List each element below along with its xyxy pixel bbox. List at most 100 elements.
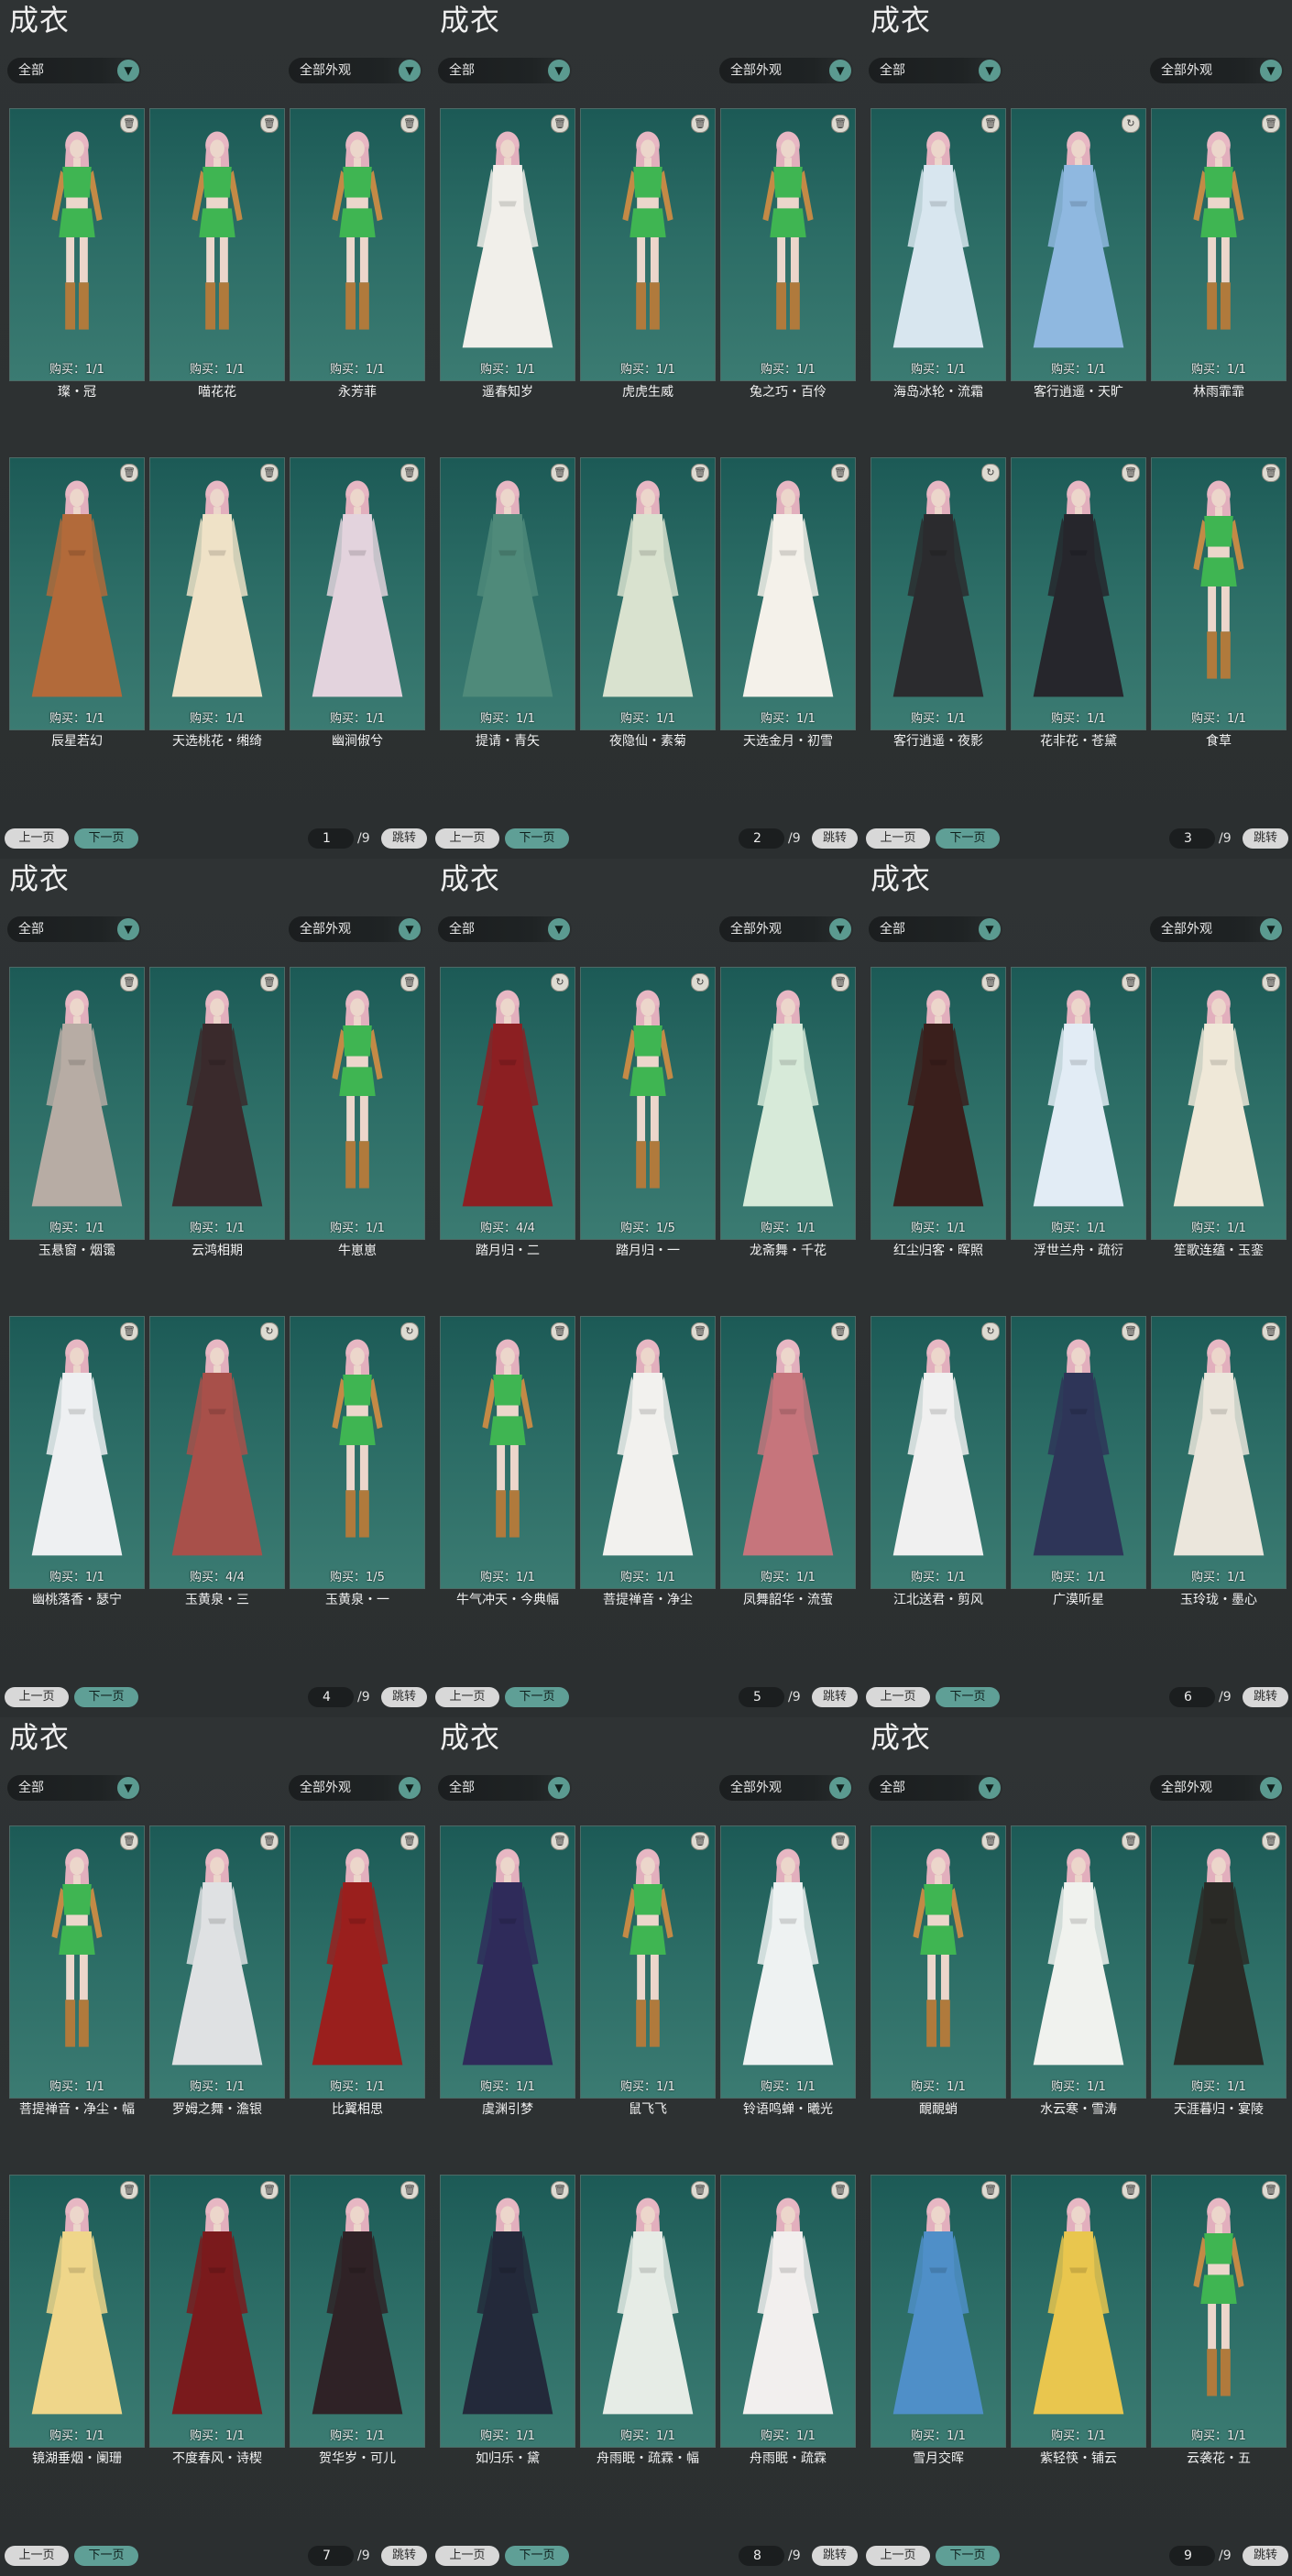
prev-page-button[interactable]: 上一页 [435,1687,499,1707]
category-filter-dropdown[interactable]: 全部 ▼ [7,916,141,942]
outfit-card[interactable]: 🗑 购买：1/1 [720,1316,856,1589]
chevron-down-icon[interactable]: ▼ [1260,918,1282,940]
page-number-input[interactable]: 4 [308,1687,354,1707]
trash-icon[interactable]: 🗑 [981,973,1000,992]
prev-page-button[interactable]: 上一页 [5,828,69,849]
outfit-card[interactable]: ↻ 购买：1/1 [1011,108,1146,381]
jump-button[interactable]: 跳转 [1243,1687,1288,1707]
page-number-input[interactable]: 9 [1169,2546,1215,2566]
trash-icon[interactable]: 🗑 [551,464,569,482]
next-page-button[interactable]: 下一页 [936,1687,1000,1707]
trash-icon[interactable]: 🗑 [981,1832,1000,1850]
trash-icon[interactable]: 🗑 [120,464,138,482]
outfit-card[interactable]: 🗑 购买：1/1 [9,108,145,381]
prev-page-button[interactable]: 上一页 [866,1687,930,1707]
outfit-card[interactable]: 🗑 购买：1/1 [1151,1316,1287,1589]
trash-icon[interactable]: 🗑 [1122,1322,1140,1341]
page-number-input[interactable]: 8 [739,2546,784,2566]
category-filter-dropdown[interactable]: 全部 ▼ [438,58,572,83]
cycle-icon[interactable]: ↻ [981,1322,1000,1341]
page-number-input[interactable]: 2 [739,828,784,849]
outfit-card[interactable]: 🗑 购买：1/1 [9,1825,145,2099]
outfit-card[interactable]: 🗑 购买：1/1 [870,2175,1006,2448]
outfit-card[interactable]: 🗑 购买：1/1 [440,1825,575,2099]
trash-icon[interactable]: 🗑 [831,1322,849,1341]
page-number-input[interactable]: 6 [1169,1687,1215,1707]
category-filter-dropdown[interactable]: 全部 ▼ [7,1775,141,1801]
outfit-card[interactable]: 🗑 购买：1/1 [290,108,425,381]
chevron-down-icon[interactable]: ▼ [548,1777,570,1799]
trash-icon[interactable]: 🗑 [260,973,279,992]
chevron-down-icon[interactable]: ▼ [1260,1777,1282,1799]
trash-icon[interactable]: 🗑 [1262,115,1280,133]
trash-icon[interactable]: 🗑 [400,1832,419,1850]
chevron-down-icon[interactable]: ▼ [548,918,570,940]
outfit-card[interactable]: 🗑 购买：1/1 [580,1316,716,1589]
trash-icon[interactable]: 🗑 [1122,973,1140,992]
trash-icon[interactable]: 🗑 [831,1832,849,1850]
appearance-filter-dropdown[interactable]: 全部外观 ▼ [289,1775,422,1801]
outfit-card[interactable]: 🗑 购买：1/1 [1011,1316,1146,1589]
outfit-card[interactable]: 🗑 购买：1/1 [720,457,856,730]
trash-icon[interactable]: 🗑 [120,2181,138,2199]
trash-icon[interactable]: 🗑 [1262,973,1280,992]
jump-button[interactable]: 跳转 [1243,2546,1288,2566]
trash-icon[interactable]: 🗑 [691,1832,709,1850]
chevron-down-icon[interactable]: ▼ [399,60,421,82]
appearance-filter-dropdown[interactable]: 全部外观 ▼ [289,58,422,83]
outfit-card[interactable]: 🗑 购买：1/1 [440,2175,575,2448]
next-page-button[interactable]: 下一页 [74,2546,138,2566]
outfit-card[interactable]: 🗑 购买：1/1 [720,967,856,1240]
cycle-icon[interactable]: ↻ [260,1322,279,1341]
page-number-input[interactable]: 7 [308,2546,354,2566]
outfit-card[interactable]: 🗑 购买：1/1 [149,1825,285,2099]
chevron-down-icon[interactable]: ▼ [979,1777,1001,1799]
outfit-card[interactable]: 🗑 购买：1/1 [149,108,285,381]
outfit-card[interactable]: 🗑 购买：1/1 [440,457,575,730]
appearance-filter-dropdown[interactable]: 全部外观 ▼ [719,58,853,83]
page-number-input[interactable]: 5 [739,1687,784,1707]
outfit-card[interactable]: 🗑 购买：1/1 [1151,457,1287,730]
trash-icon[interactable]: 🗑 [981,115,1000,133]
outfit-card[interactable]: 🗑 购买：1/1 [290,457,425,730]
outfit-card[interactable]: 🗑 购买：1/1 [1151,967,1287,1240]
outfit-card[interactable]: 🗑 购买：1/1 [1151,2175,1287,2448]
outfit-card[interactable]: 🗑 购买：1/1 [440,108,575,381]
outfit-card[interactable]: 🗑 购买：1/1 [9,2175,145,2448]
chevron-down-icon[interactable]: ▼ [979,60,1001,82]
appearance-filter-dropdown[interactable]: 全部外观 ▼ [289,916,422,942]
trash-icon[interactable]: 🗑 [691,464,709,482]
cycle-icon[interactable]: ↻ [981,464,1000,482]
trash-icon[interactable]: 🗑 [400,464,419,482]
outfit-card[interactable]: 🗑 购买：1/1 [290,967,425,1240]
outfit-card[interactable]: 🗑 购买：1/1 [580,1825,716,2099]
outfit-card[interactable]: 🗑 购买：1/1 [9,967,145,1240]
jump-button[interactable]: 跳转 [812,828,858,849]
prev-page-button[interactable]: 上一页 [866,2546,930,2566]
trash-icon[interactable]: 🗑 [831,973,849,992]
outfit-card[interactable]: 🗑 购买：1/1 [720,1825,856,2099]
trash-icon[interactable]: 🗑 [551,115,569,133]
outfit-card[interactable]: ↻ 购买：1/1 [870,1316,1006,1589]
trash-icon[interactable]: 🗑 [260,2181,279,2199]
appearance-filter-dropdown[interactable]: 全部外观 ▼ [719,1775,853,1801]
next-page-button[interactable]: 下一页 [505,1687,569,1707]
trash-icon[interactable]: 🗑 [691,1322,709,1341]
outfit-card[interactable]: 🗑 购买：1/1 [440,1316,575,1589]
next-page-button[interactable]: 下一页 [936,2546,1000,2566]
trash-icon[interactable]: 🗑 [831,464,849,482]
trash-icon[interactable]: 🗑 [1262,464,1280,482]
outfit-card[interactable]: 🗑 购买：1/1 [1151,1825,1287,2099]
outfit-card[interactable]: 🗑 购买：1/1 [9,1316,145,1589]
cycle-icon[interactable]: ↻ [551,973,569,992]
category-filter-dropdown[interactable]: 全部 ▼ [438,916,572,942]
prev-page-button[interactable]: 上一页 [435,828,499,849]
next-page-button[interactable]: 下一页 [505,2546,569,2566]
chevron-down-icon[interactable]: ▼ [399,1777,421,1799]
appearance-filter-dropdown[interactable]: 全部外观 ▼ [1150,1775,1284,1801]
trash-icon[interactable]: 🗑 [551,1832,569,1850]
outfit-card[interactable]: 🗑 购买：1/1 [149,2175,285,2448]
trash-icon[interactable]: 🗑 [1262,1322,1280,1341]
chevron-down-icon[interactable]: ▼ [829,1777,851,1799]
jump-button[interactable]: 跳转 [1243,828,1288,849]
